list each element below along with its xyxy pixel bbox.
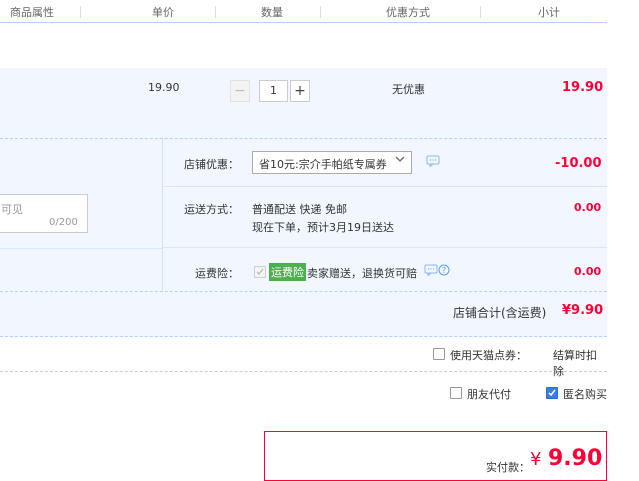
- comment-icon[interactable]: [426, 155, 440, 170]
- insurance-label: 运费险：: [195, 267, 239, 280]
- divider: [0, 248, 162, 249]
- friend-pay-checkbox[interactable]: [450, 387, 462, 399]
- shop-coupon-select[interactable]: 省10元:宗介手帕纸专属券: [252, 151, 412, 174]
- shop-total-row: 店铺合计(含运费) ¥9.90: [0, 292, 607, 337]
- payment-summary-box: 实付款： ¥ 9.90: [264, 431, 607, 481]
- shipping-method: 普通配送 快递 免邮: [252, 203, 347, 216]
- header-divider: [320, 6, 321, 18]
- shop-coupon-amount: -10.00: [555, 156, 602, 171]
- promo-text: 无优惠: [392, 83, 425, 96]
- anonymous-label: 匿名购买: [563, 388, 607, 401]
- col-promo-header: 优惠方式: [386, 6, 430, 19]
- table-header: 商品属性 单价 数量 优惠方式 小计: [0, 0, 607, 23]
- shipping-eta: 现在下单，预计3月19日送达: [252, 221, 394, 234]
- divider: [163, 186, 607, 187]
- buyer-message-field[interactable]: 可见 0/200: [0, 194, 88, 233]
- insurance-amount: 0.00: [574, 265, 602, 278]
- friend-pay-label: 朋友代付: [467, 388, 511, 401]
- col-qty-header: 数量: [261, 6, 283, 19]
- svg-text:?: ?: [442, 266, 446, 275]
- chevron-down-icon: [394, 153, 406, 168]
- anonymous-checkbox[interactable]: [546, 387, 558, 399]
- shop-total-amount: ¥9.90: [562, 303, 604, 318]
- tmall-points-label: 使用天猫点券：: [450, 349, 527, 362]
- item-row: 19.90 − 1 + 无优惠 19.90: [0, 68, 607, 139]
- col-subtotal-header: 小计: [538, 6, 560, 19]
- shipping-amount: 0.00: [574, 201, 602, 214]
- shop-coupon-value: 省10元:宗介手帕纸专属券: [259, 158, 387, 171]
- buyer-message-panel: 可见 0/200: [0, 139, 163, 291]
- pay-label: 实付款：: [486, 461, 530, 474]
- order-options: 可见 0/200 店铺优惠： 省10元:宗介手帕纸专属券 -10.00 运送方式…: [0, 139, 607, 292]
- shop-coupon-label: 店铺优惠：: [184, 158, 239, 171]
- pay-currency: ¥: [530, 449, 542, 470]
- unit-price: 19.90: [148, 81, 180, 94]
- item-subtotal: 19.90: [562, 80, 604, 95]
- pay-amount: 9.90: [548, 446, 603, 471]
- header-divider: [480, 6, 481, 18]
- insurance-text: 卖家赠送，退换货可赔: [307, 267, 417, 280]
- qty-plus-button[interactable]: +: [290, 80, 310, 102]
- insurance-checkbox[interactable]: [254, 266, 266, 278]
- message-counter: 0/200: [49, 217, 78, 228]
- message-placeholder: 可见: [1, 203, 23, 216]
- insurance-tag: 运费险: [269, 263, 306, 281]
- col-price-header: 单价: [152, 6, 174, 19]
- qty-minus-button[interactable]: −: [230, 80, 250, 102]
- comment-icon[interactable]: [424, 264, 438, 279]
- payment-options-row: 朋友代付 匿名购买: [0, 372, 607, 416]
- divider: [163, 247, 607, 248]
- header-divider: [80, 6, 81, 18]
- tmall-points-checkbox[interactable]: [433, 348, 445, 360]
- header-divider: [215, 6, 216, 18]
- shop-total-label: 店铺合计(含运费): [453, 306, 547, 320]
- tmall-points-row: 使用天猫点券： 结算时扣除: [0, 337, 607, 378]
- col-attr-header: 商品属性: [10, 6, 54, 19]
- qty-input[interactable]: 1: [259, 80, 288, 102]
- shipping-label: 运送方式：: [184, 203, 239, 216]
- help-icon[interactable]: ?: [438, 264, 450, 279]
